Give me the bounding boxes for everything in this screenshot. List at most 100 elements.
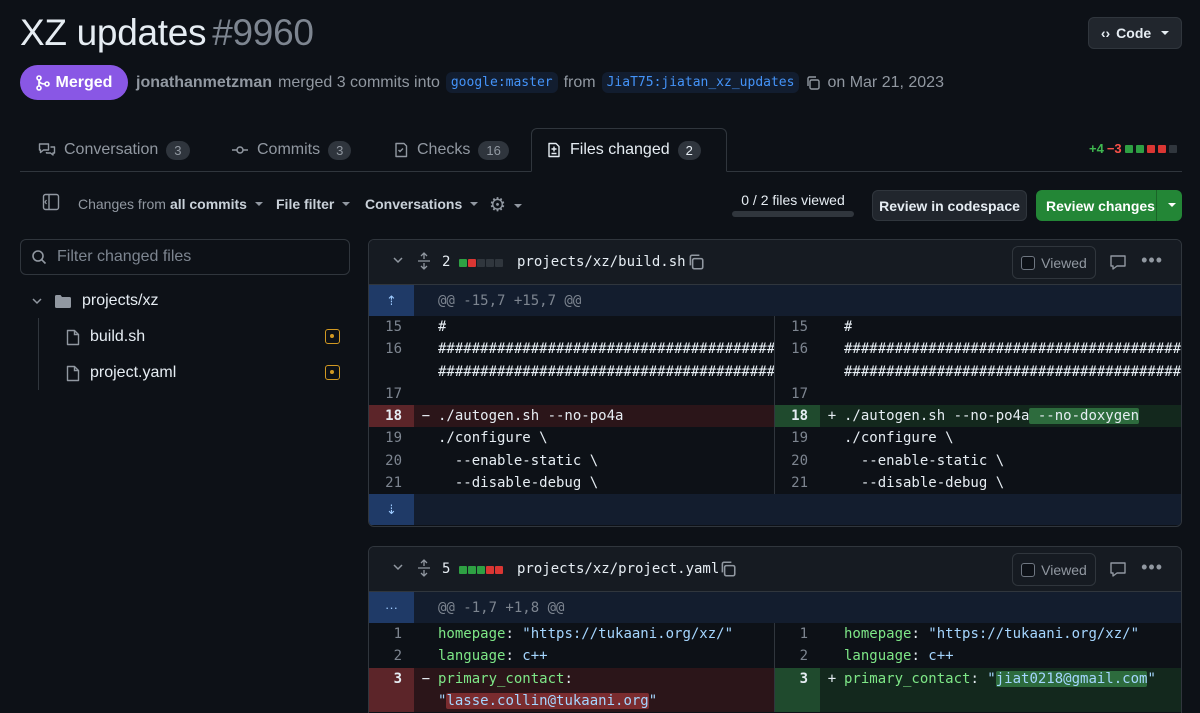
pr-meta: jonathanmetzman merged 3 commits into go… [136,72,944,93]
line-number[interactable]: 19 [775,427,820,449]
tab-commits-label: Commits [257,141,321,158]
line-number[interactable]: 16 [369,338,414,360]
line-number[interactable]: 18 [775,405,820,428]
expand-up-icon[interactable]: ⇡ [369,285,414,316]
code-line: # [844,319,853,335]
copy-icon[interactable] [719,560,737,583]
more-options-icon[interactable]: ••• [1141,557,1163,578]
deletions-count: −3 [1106,141,1122,156]
checkbox-icon [1021,255,1036,270]
chevron-down-icon [1161,31,1170,35]
diff-settings-dropdown[interactable]: ⚙ [489,194,523,217]
diffstat-block [486,566,494,574]
file-filter-label: File filter [276,196,335,212]
file-name: build.sh [90,328,146,345]
collapse-chevron-icon[interactable] [391,253,405,272]
yaml-value: c++ [928,648,954,665]
file-modified-icon [325,365,340,380]
merged-badge: Merged [20,65,128,100]
tab-commits[interactable]: Commits 3 [217,128,365,172]
tree-file-build-sh[interactable]: build.sh [66,321,145,353]
tab-conversation[interactable]: Conversation 3 [24,128,204,172]
line-number[interactable]: 3 [775,667,820,690]
conversations-dropdown[interactable]: Conversations [365,196,479,212]
more-options-icon[interactable]: ••• [1141,250,1163,271]
diffstat-block [495,566,503,574]
file-filter-dropdown[interactable]: File filter [276,196,351,212]
added-highlight: --no-doxygen [1029,408,1140,425]
filter-placeholder: Filter changed files [57,248,192,265]
button-divider [1156,190,1157,221]
diffstat-block [477,259,485,267]
yaml-key: homepage [844,626,912,642]
head-branch[interactable]: JiaT75:jiatan_xz_updates [601,72,800,93]
changes-from-value: all commits [169,196,247,212]
line-number[interactable]: 21 [775,472,820,494]
file-path[interactable]: projects/xz/project.yaml [517,561,719,577]
line-number[interactable]: 21 [369,472,414,494]
filter-files-input[interactable]: Filter changed files [20,239,350,275]
file-path[interactable]: projects/xz/build.sh [517,254,686,270]
line-number[interactable]: 3 [369,667,414,690]
line-number[interactable]: 15 [775,316,820,338]
line-number[interactable]: 18 [369,405,414,428]
yaml-key: language [438,648,506,665]
line-number[interactable]: 17 [775,383,820,405]
diff-row: 16 ######################################… [369,338,1181,361]
merge-icon [35,74,50,91]
checklist-icon [395,142,408,158]
comment-icon[interactable] [1109,254,1127,276]
line-number[interactable]: 20 [775,450,820,472]
code-line: ./configure \ [438,430,548,447]
review-changes-button[interactable]: Review changes [1036,190,1182,221]
diff-row: 17 17 [369,382,1181,406]
line-number[interactable]: 15 [369,316,414,338]
diffstat-block [486,259,494,267]
line-number[interactable]: 2 [775,645,820,667]
tree-file-project-yaml[interactable]: project.yaml [66,357,176,389]
yaml-key: homepage [438,626,506,642]
review-in-codespace-button[interactable]: Review in codespace [872,190,1027,221]
changes-count: 2 [442,254,451,270]
line-number[interactable]: 1 [775,623,820,645]
diff-row: 1 homepage: "https://tukaani.org/xz/" 1 ho… [369,623,1181,646]
changes-from-label: Changes from [78,196,166,212]
viewed-checkbox[interactable]: Viewed [1012,553,1096,586]
chevron-down-icon [514,203,523,208]
deletion-marker: − [421,670,431,687]
diffstat-block [1146,144,1155,153]
line-number[interactable]: 2 [369,645,414,667]
code-button[interactable]: ‹› Code [1088,17,1182,49]
changes-count: 5 [442,561,451,577]
yaml-value: "https://tukaani.org/xz/" [522,626,734,642]
expand-all-icon[interactable] [417,559,431,582]
toggle-file-tree-icon[interactable] [42,193,60,216]
line-number[interactable]: 19 [369,427,414,449]
tab-files-changed[interactable]: Files changed 2 [531,128,727,172]
viewed-checkbox[interactable]: Viewed [1012,246,1096,279]
diffstat-block [468,566,476,574]
base-branch[interactable]: google:master [445,72,558,93]
tab-checks[interactable]: Checks 16 [379,128,523,172]
diffstat-block [495,259,503,267]
line-number[interactable]: 17 [369,383,414,405]
comment-discussion-icon [38,143,56,156]
code-line: --disable-debug \ [844,475,1005,492]
expand-icon[interactable]: ··· [369,592,414,623]
line-number[interactable]: 20 [369,450,414,472]
expand-all-icon[interactable] [417,252,431,275]
tree-folder-projects-xz[interactable]: projects/xz [30,285,158,317]
author-link[interactable]: jonathanmetzman [136,74,272,92]
line-number[interactable]: 16 [775,338,820,360]
expand-down-icon[interactable]: ⇣ [369,494,414,526]
code-button-label: Code [1116,25,1152,41]
diff-row-wrap: ########################################… [369,360,1181,383]
collapse-chevron-icon[interactable] [391,560,405,579]
line-number[interactable]: 1 [369,623,414,645]
changes-from-dropdown[interactable]: Changes from all commits [78,196,263,212]
comment-icon[interactable] [1109,561,1127,583]
diff-row: 19 ./configure \ 19 ./configure \ [369,427,1181,450]
diff-row-changed: 18− ./autogen.sh --no-po4a 18 + ./autogen.s… [369,405,1181,428]
copy-icon[interactable] [687,253,705,276]
copy-icon[interactable] [805,75,821,91]
